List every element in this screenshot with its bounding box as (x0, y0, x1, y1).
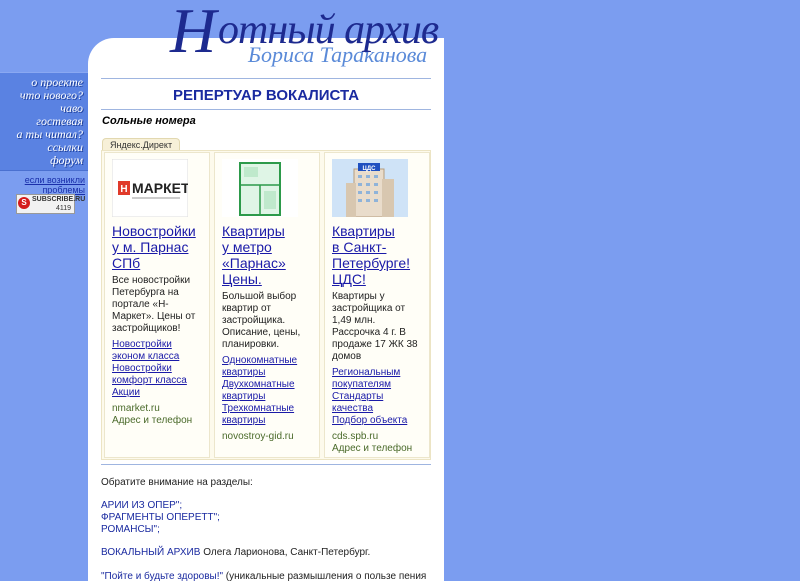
nav-item-forum[interactable]: форум (0, 154, 86, 167)
building-image-icon[interactable]: ЦДС (332, 159, 408, 217)
ads-divider (101, 464, 431, 465)
ad-description: Большой выбор квартир от застройщика. Оп… (222, 291, 315, 351)
ad-sitelink-line: покупателям (332, 379, 392, 390)
ad-block: Н МАРКЕТ Новостройки у м. Парнас СПб Все… (101, 150, 431, 460)
link-operetta-fragments[interactable]: ФРАГМЕНТЫ ОПЕРЕТТ"; (101, 512, 220, 523)
cds-logo-text: ЦДС (363, 166, 377, 172)
link-vocal-archive[interactable]: ВОКАЛЬНЫЙ АРХИВ (101, 547, 200, 558)
ad-sitelink[interactable]: Стандарты качества (332, 391, 425, 415)
nav-menu: о проекте что нового? чаво гостевая а ты… (0, 72, 88, 171)
ad-title-link[interactable]: Квартиры в Санкт- Петербурге! ЦДС! (332, 223, 425, 287)
ad-domain: cds.spb.ru (332, 431, 379, 442)
ad-sitelink-line: квартиры (222, 367, 266, 378)
ad-desc-line: 1,49 млн. (332, 315, 376, 326)
ad-title-link[interactable]: Квартиры у метро «Парнас» Цены. (222, 223, 315, 287)
ad-sitelink-line: квартиры (222, 391, 266, 402)
sections-list: АРИИ ИЗ ОПЕР"; ФРАГМЕНТЫ ОПЕРЕТТ"; РОМАН… (101, 500, 220, 536)
ad-contact-link[interactable]: Адрес и телефон (112, 415, 205, 427)
ad-sitelink-line: качества (332, 403, 374, 414)
subscribe-logo-icon: S (18, 197, 30, 209)
link-sing-and-be-healthy[interactable]: "Пойте и будьте здоровы!" (101, 571, 223, 581)
nmarket-logo-icon[interactable]: Н МАРКЕТ (112, 159, 188, 217)
logo-initial: Н (170, 0, 216, 66)
ad-desc-line: застройщиков! (112, 323, 181, 334)
ad-sitelink[interactable]: Региональным покупателям (332, 367, 425, 391)
ad-title-line: Цены. (222, 271, 262, 287)
quote-description: (уникальные размышления о пользе пения (223, 571, 427, 581)
ad-sitelink[interactable]: Новостройки комфорт класса (112, 363, 205, 387)
top-divider (101, 78, 431, 79)
ad-sitelink-line: квартиры (222, 415, 266, 426)
ad-title-line: Квартиры (222, 223, 285, 239)
page-title: РЕПЕРТУАР ВОКАЛИСТА (172, 87, 360, 104)
left-navigation: о проекте что нового? чаво гостевая а ты… (0, 72, 88, 195)
ad-desc-line: квартир от (222, 303, 271, 314)
ad-desc-line: застройщика. (222, 315, 286, 326)
ad-description: Все новостройки Петербурга на портале «Н… (112, 275, 205, 335)
ad-sitelink-line: Двухкомнатные (222, 379, 295, 390)
ad-card-cds: ЦДС Квартиры в Санкт- Петербурге! ЦДС! К… (324, 152, 430, 458)
title-divider (101, 109, 431, 110)
ad-title-line: Новостройки (112, 223, 196, 239)
ad-title-line: СПб (112, 255, 141, 271)
ad-desc-line: продаже 17 ЖК 38 (332, 339, 418, 350)
ad-sitelink-line: Трехкомнатные (222, 403, 295, 414)
ad-sitelink-line: Стандарты (332, 391, 384, 402)
ad-desc-line: Описание, цены, (222, 327, 301, 338)
logo-subtitle: Бориса Тараканова (248, 42, 428, 67)
ad-title-line: у м. Парнас (112, 239, 189, 255)
ad-sitelink[interactable]: Акции (112, 387, 205, 399)
ad-desc-line: портале «Н- (112, 299, 169, 310)
ad-description: Квартиры у застройщика от 1,49 млн. Расс… (332, 291, 425, 363)
ad-sitelink-line: Новостройки (112, 339, 172, 350)
ad-desc-line: Квартиры у (332, 291, 385, 302)
floorplan-image-icon[interactable] (222, 159, 298, 217)
ad-desc-line: застройщика от (332, 303, 406, 314)
svg-text:Н: Н (120, 184, 127, 195)
ad-sitelink-line: Региональным (332, 367, 401, 378)
subscribe-count: 4119 (55, 205, 71, 212)
link-opera-arias[interactable]: АРИИ ИЗ ОПЕР"; (101, 500, 182, 511)
ad-card-novostroy: Квартиры у метро «Парнас» Цены. Большой … (214, 152, 320, 458)
ad-sitelink-line: Новостройки (112, 363, 172, 374)
ad-sitelink[interactable]: Трехкомнатные квартиры (222, 403, 315, 427)
site-logo[interactable]: Нотный архив Бориса Тараканова (88, 0, 444, 78)
ad-sitelink[interactable]: Двухкомнатные квартиры (222, 379, 315, 403)
nmarket-logo-text: МАРКЕТ (132, 180, 188, 196)
ad-domain: novostroy-gid.ru (222, 431, 294, 442)
ad-title-line: у метро (222, 239, 272, 255)
ad-title-line: «Парнас» (222, 255, 286, 271)
ad-desc-line: Маркет». Цены от (112, 311, 196, 322)
ad-title-line: ЦДС! (332, 271, 366, 287)
ad-contact-link[interactable]: Адрес и телефон (332, 443, 425, 455)
subscribe-counter-button[interactable]: S SUBSCRIBE.RU 4119 (16, 194, 85, 214)
ad-desc-line: Большой выбор (222, 291, 297, 302)
ad-domain: nmarket.ru (112, 403, 160, 414)
ad-desc-line: домов (332, 351, 362, 362)
archive-line: ВОКАЛЬНЫЙ АРХИВ Олега Ларионова, Санкт-П… (101, 547, 370, 559)
ad-title-link[interactable]: Новостройки у м. Парнас СПб (112, 223, 205, 271)
ad-sitelink[interactable]: Подбор объекта (332, 415, 425, 427)
quote-line: "Пойте и будьте здоровы!" (уникальные ра… (101, 571, 426, 581)
ad-sitelink-line: эконом класса (112, 351, 180, 362)
ad-title-line: в Санкт- (332, 239, 387, 255)
ad-desc-line: планировки. (222, 339, 280, 350)
main-content: РЕПЕРТУАР ВОКАЛИСТА Сольные номера Яндек… (88, 78, 444, 581)
ad-sitelink-line: Однокомнатные (222, 355, 298, 366)
ad-desc-line: Петербурга на (112, 287, 179, 298)
link-romances[interactable]: РОМАНСЫ"; (101, 524, 160, 535)
ad-title-line: Петербурге! (332, 255, 411, 271)
ad-title-line: Квартиры (332, 223, 395, 239)
ad-desc-line: Рассрочка 4 г. В (332, 327, 406, 338)
section-subtitle: Сольные номера (102, 115, 196, 127)
ad-sitelink[interactable]: Новостройки эконом класса (112, 339, 205, 363)
ad-card-nmarket: Н МАРКЕТ Новостройки у м. Парнас СПб Все… (104, 152, 210, 458)
subscribe-label: SUBSCRIBE.RU (32, 196, 86, 203)
archive-description: Олега Ларионова, Санкт-Петербург. (200, 547, 371, 558)
ad-sitelink-line: комфорт класса (112, 375, 187, 386)
sections-intro: Обратите внимание на разделы: (101, 477, 253, 488)
problems-link[interactable]: если возникли проблемы (0, 171, 88, 195)
ad-desc-line: Все новостройки (112, 275, 191, 286)
ad-sitelink[interactable]: Однокомнатные квартиры (222, 355, 315, 379)
